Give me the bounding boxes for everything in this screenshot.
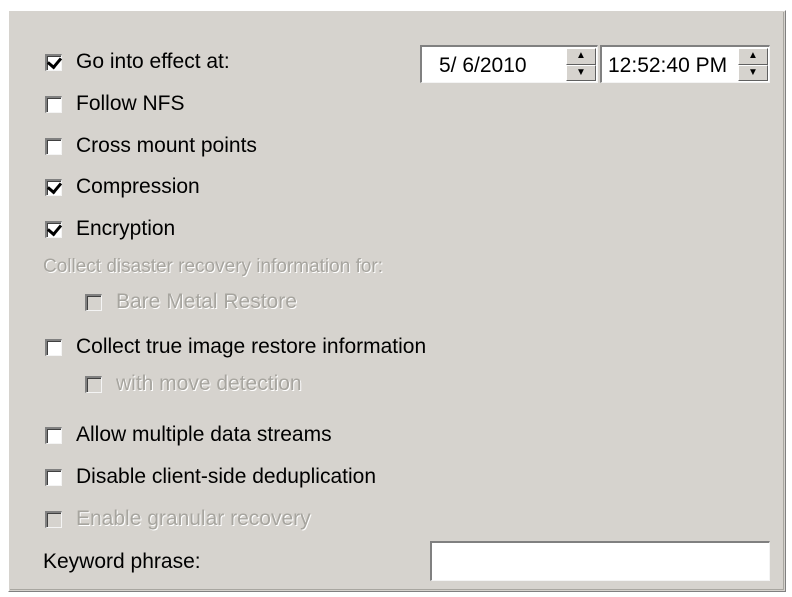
true-image-restore-option[interactable]: Collect true image restore information bbox=[45, 335, 426, 359]
effective-date-value: 5/ 6/2010 bbox=[439, 54, 527, 77]
keyword-phrase-input[interactable] bbox=[430, 541, 770, 581]
arrow-up-icon: ▲ bbox=[576, 50, 586, 62]
date-spinner[interactable]: ▲ ▼ bbox=[566, 48, 596, 81]
cross-mount-points-option[interactable]: Cross mount points bbox=[45, 134, 257, 158]
granular-recovery-checkbox bbox=[45, 510, 62, 528]
move-detection-label: with move detection bbox=[116, 372, 302, 395]
go-into-effect-label: Go into effect at: bbox=[76, 50, 230, 73]
true-image-restore-label: Collect true image restore information bbox=[76, 335, 427, 358]
date-spin-up-button[interactable]: ▲ bbox=[566, 48, 596, 65]
multiple-data-streams-label: Allow multiple data streams bbox=[76, 423, 332, 446]
arrow-down-icon: ▼ bbox=[576, 66, 586, 78]
follow-nfs-option[interactable]: Follow NFS bbox=[45, 92, 185, 116]
time-spin-down-button[interactable]: ▼ bbox=[738, 64, 768, 81]
disaster-recovery-heading: Collect disaster recovery information fo… bbox=[43, 256, 384, 277]
keyword-phrase-label: Keyword phrase: bbox=[43, 550, 201, 573]
move-detection-checkbox bbox=[85, 375, 102, 393]
disable-dedup-checkbox[interactable] bbox=[45, 468, 62, 486]
granular-recovery-option: Enable granular recovery bbox=[45, 507, 311, 531]
true-image-restore-checkbox[interactable] bbox=[45, 338, 62, 356]
effective-time-value: 12:52:40 PM bbox=[608, 54, 728, 77]
follow-nfs-label: Follow NFS bbox=[76, 92, 185, 115]
disable-dedup-label: Disable client-side deduplication bbox=[76, 465, 377, 488]
checkmark-icon bbox=[46, 53, 63, 69]
bare-metal-restore-checkbox bbox=[85, 293, 102, 311]
move-detection-option: with move detection bbox=[85, 372, 302, 396]
multiple-data-streams-option[interactable]: Allow multiple data streams bbox=[45, 423, 332, 447]
time-spinner[interactable]: ▲ ▼ bbox=[738, 48, 768, 81]
compression-checkbox[interactable] bbox=[45, 178, 63, 196]
effective-date-field[interactable]: 5/ 6/2010 ▲ ▼ bbox=[420, 45, 598, 83]
disable-dedup-option[interactable]: Disable client-side deduplication bbox=[45, 465, 376, 489]
encryption-checkbox[interactable] bbox=[45, 220, 63, 238]
arrow-down-icon: ▼ bbox=[748, 66, 758, 78]
effective-time-field[interactable]: 12:52:40 PM ▲ ▼ bbox=[600, 45, 770, 83]
encryption-option[interactable]: Encryption bbox=[45, 217, 175, 241]
checkmark-icon bbox=[46, 178, 63, 194]
time-spin-up-button[interactable]: ▲ bbox=[738, 48, 768, 65]
multiple-data-streams-checkbox[interactable] bbox=[45, 426, 62, 444]
compression-option[interactable]: Compression bbox=[45, 175, 200, 199]
checkmark-icon bbox=[46, 220, 63, 236]
go-into-effect-option[interactable]: Go into effect at: bbox=[45, 50, 230, 74]
bare-metal-restore-label: Bare Metal Restore bbox=[116, 290, 297, 313]
bare-metal-restore-option: Bare Metal Restore bbox=[85, 290, 297, 314]
compression-label: Compression bbox=[76, 175, 200, 198]
go-into-effect-checkbox[interactable] bbox=[45, 53, 63, 71]
date-spin-down-button[interactable]: ▼ bbox=[566, 64, 596, 81]
follow-nfs-checkbox[interactable] bbox=[45, 95, 62, 113]
granular-recovery-label: Enable granular recovery bbox=[76, 507, 311, 530]
cross-mount-points-checkbox[interactable] bbox=[45, 137, 62, 155]
cross-mount-points-label: Cross mount points bbox=[76, 134, 257, 157]
arrow-up-icon: ▲ bbox=[748, 50, 758, 62]
encryption-label: Encryption bbox=[76, 217, 176, 240]
